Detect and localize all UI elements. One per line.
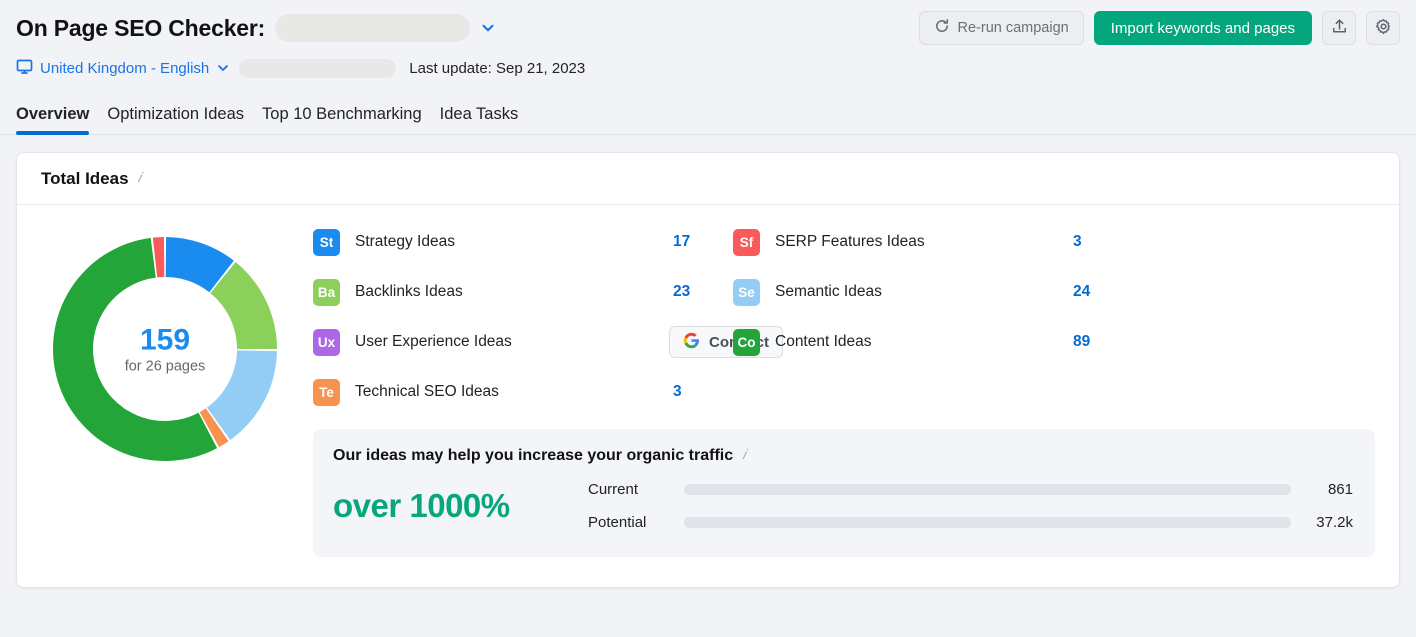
domain-skeleton — [239, 59, 396, 78]
import-keywords-button[interactable]: Import keywords and pages — [1094, 11, 1312, 45]
badge-content: Co — [733, 329, 760, 356]
tab-top-10-benchmarking[interactable]: Top 10 Benchmarking — [253, 105, 431, 134]
legend-value-strategy: 17 — [673, 233, 733, 251]
traffic-bars: Current 861 Potential 37.2k — [588, 473, 1353, 539]
total-ideas-card: Total Ideas 𝑖 159 for 26 pages St Strate… — [16, 152, 1400, 588]
badge-semantic: Se — [733, 279, 760, 306]
organic-traffic-panel: Our ideas may help you increase your org… — [313, 429, 1375, 557]
badge-strategy: St — [313, 229, 340, 256]
legend-value-technical-seo: 3 — [673, 383, 733, 401]
legend-label-strategy: Strategy Ideas — [355, 233, 673, 251]
legend-label-user-experience: User Experience Ideas — [355, 333, 673, 351]
info-icon[interactable]: 𝑖 — [138, 171, 142, 187]
bar-value-current: 861 — [1291, 481, 1353, 498]
donut-total-value: 159 — [90, 324, 240, 356]
legend-item-semantic[interactable]: Se Semantic Ideas 24 — [733, 267, 1133, 317]
export-button[interactable] — [1322, 11, 1356, 45]
main-tabs: Overview Optimization Ideas Top 10 Bench… — [0, 96, 1416, 135]
legend-column-right: Sf SERP Features Ideas 3 Se Semantic Ide… — [733, 217, 1133, 417]
legend-item-user-experience[interactable]: Ux User Experience Ideas Connect — [313, 317, 733, 367]
gear-icon — [1375, 18, 1392, 39]
donut-center-text: 159 for 26 pages — [90, 324, 240, 374]
bar-value-potential: 37.2k — [1291, 514, 1353, 531]
tab-overview[interactable]: Overview — [16, 105, 98, 134]
legend-item-content[interactable]: Co Content Ideas 89 — [733, 317, 1133, 367]
ideas-legend: St Strategy Ideas 17 Ba Backlinks Ideas … — [313, 217, 1375, 417]
legend-column-left: St Strategy Ideas 17 Ba Backlinks Ideas … — [313, 217, 733, 417]
page-header: On Page SEO Checker: United Kingdom - En… — [0, 0, 1416, 84]
rerun-campaign-label: Re-run campaign — [958, 20, 1069, 36]
legend-value-user-experience: Connect — [673, 326, 733, 358]
legend-value-serp-features: 3 — [1073, 233, 1133, 251]
legend-item-technical-seo[interactable]: Te Technical SEO Ideas 3 — [313, 367, 733, 417]
badge-serp-features: Sf — [733, 229, 760, 256]
legend-label-semantic: Semantic Ideas — [775, 283, 1073, 301]
bar-track-current — [684, 484, 1291, 495]
card-header: Total Ideas 𝑖 — [17, 153, 1399, 205]
legend-label-content: Content Ideas — [775, 333, 1073, 351]
traffic-header: Our ideas may help you increase your org… — [333, 447, 1353, 465]
legend-item-backlinks[interactable]: Ba Backlinks Ideas 23 — [313, 267, 733, 317]
card-title: Total Ideas — [41, 169, 129, 189]
badge-user-experience: Ux — [313, 329, 340, 356]
card-body: 159 for 26 pages St Strategy Ideas 17 Ba… — [17, 205, 1399, 588]
bar-track-potential — [684, 517, 1291, 528]
rerun-campaign-button[interactable]: Re-run campaign — [919, 11, 1084, 45]
locale-chevron-down-icon[interactable] — [216, 61, 230, 75]
legend-label-serp-features: SERP Features Ideas — [775, 233, 1073, 251]
traffic-percent-value: over 1000% — [333, 487, 588, 525]
upload-export-icon — [1331, 18, 1348, 39]
legend-item-strategy[interactable]: St Strategy Ideas 17 — [313, 217, 733, 267]
legend-value-content: 89 — [1073, 333, 1133, 351]
traffic-row-potential: Potential 37.2k — [588, 506, 1353, 539]
tab-idea-tasks[interactable]: Idea Tasks — [431, 105, 528, 134]
header-actions: Re-run campaign Import keywords and page… — [919, 11, 1401, 45]
traffic-row-current: Current 861 — [588, 473, 1353, 506]
badge-technical-seo: Te — [313, 379, 340, 406]
settings-button[interactable] — [1366, 11, 1400, 45]
import-keywords-label: Import keywords and pages — [1111, 20, 1295, 37]
desktop-monitor-icon — [16, 58, 33, 79]
project-name-skeleton — [275, 14, 470, 42]
page-title: On Page SEO Checker: — [16, 15, 265, 42]
subtitle-row: United Kingdom - English Last update: Se… — [16, 52, 1400, 84]
refresh-icon — [934, 18, 950, 38]
traffic-title: Our ideas may help you increase your org… — [333, 447, 733, 465]
legend-value-semantic: 24 — [1073, 283, 1133, 301]
tab-optimization-ideas[interactable]: Optimization Ideas — [98, 105, 253, 134]
legend-label-technical-seo: Technical SEO Ideas — [355, 383, 673, 401]
donut-subtitle: for 26 pages — [90, 358, 240, 374]
traffic-info-icon[interactable]: 𝑖 — [742, 448, 746, 464]
traffic-body: over 1000% Current 861 Potential — [333, 473, 1353, 539]
legend-item-serp-features[interactable]: Sf SERP Features Ideas 3 — [733, 217, 1133, 267]
ideas-donut-chart: 159 for 26 pages — [47, 231, 283, 467]
legend-value-backlinks: 23 — [673, 283, 733, 301]
bar-label-potential: Potential — [588, 514, 684, 531]
locale-label: United Kingdom - English — [40, 60, 209, 77]
donut-chart-container: 159 for 26 pages — [17, 217, 313, 588]
badge-backlinks: Ba — [313, 279, 340, 306]
legend-label-backlinks: Backlinks Ideas — [355, 283, 673, 301]
google-g-icon — [683, 332, 700, 353]
locale-selector[interactable]: United Kingdom - English — [16, 58, 230, 79]
bar-label-current: Current — [588, 481, 684, 498]
project-dropdown-chevron-icon[interactable] — [480, 20, 496, 36]
last-update-label: Last update: Sep 21, 2023 — [409, 60, 585, 77]
legend-and-traffic: St Strategy Ideas 17 Ba Backlinks Ideas … — [313, 217, 1399, 588]
